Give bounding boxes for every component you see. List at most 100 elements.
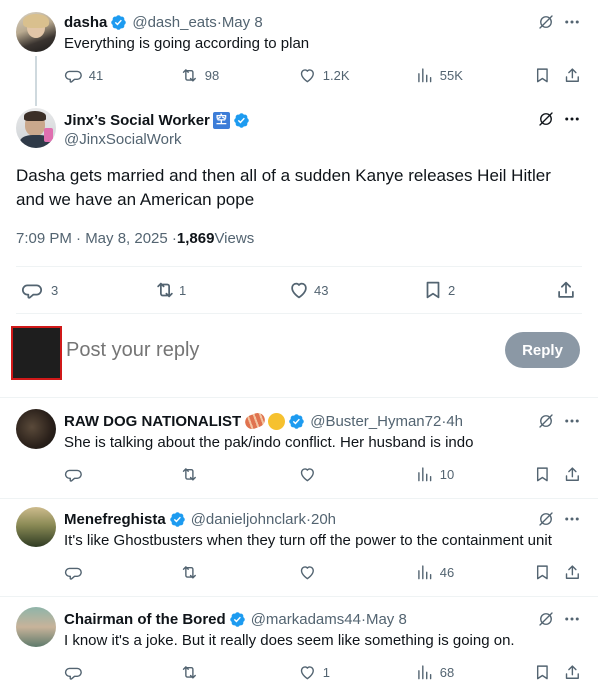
name-emoji: 空 (212, 111, 230, 129)
views-count: 46 (439, 564, 455, 580)
reply-count: 3 (51, 282, 59, 298)
grok-icon[interactable] (537, 510, 555, 528)
like-icon (291, 282, 307, 299)
more-icon[interactable] (563, 110, 581, 128)
reply-icon (64, 667, 82, 680)
author-handle[interactable]: @Buster_Hyman72 (310, 413, 441, 430)
grok-icon[interactable] (537, 13, 555, 31)
views-button[interactable]: 55K (415, 66, 463, 85)
avatar[interactable] (16, 409, 56, 449)
bookmark-button[interactable] (533, 663, 552, 682)
share-button[interactable] (555, 279, 577, 301)
author-handle[interactable]: @JinxSocialWork (64, 131, 181, 148)
avatar[interactable] (16, 108, 56, 148)
reply-input[interactable] (66, 334, 486, 366)
tweet-timestamp[interactable]: 7:09 PM · May 8, 2025 · (16, 230, 177, 247)
like-button[interactable] (298, 465, 323, 484)
repost-icon (182, 69, 196, 82)
tweet-date[interactable]: May 8 (366, 611, 407, 628)
author-name[interactable]: RAW DOG NATIONALIST (64, 413, 241, 430)
repost-button[interactable] (180, 465, 205, 484)
more-icon[interactable] (563, 412, 581, 430)
bookmark-icon (426, 281, 440, 299)
views-icon (418, 565, 432, 580)
repost-button[interactable]: 1 (154, 279, 186, 301)
repost-count: 98 (204, 67, 220, 83)
reply-button[interactable] (64, 663, 89, 682)
repost-button[interactable] (180, 563, 205, 582)
divider (0, 498, 598, 499)
tweet-header: Jinx’s Social Worker 空 (64, 110, 250, 130)
like-icon (300, 566, 314, 580)
reply-button[interactable]: 3 (21, 279, 58, 301)
tweet-date[interactable]: May 8 (222, 14, 263, 31)
views-button[interactable]: 68 (415, 663, 454, 682)
bookmark-count: 2 (448, 282, 456, 298)
divider (16, 266, 582, 267)
more-icon[interactable] (563, 610, 581, 628)
share-button[interactable] (563, 66, 582, 85)
bookmark-button[interactable]: 2 (422, 279, 455, 301)
author-handle[interactable]: @markadams44 (251, 611, 361, 628)
divider (0, 596, 598, 597)
author-name[interactable]: Jinx’s Social Worker (64, 112, 210, 129)
bookmark-button[interactable] (533, 465, 552, 484)
more-icon[interactable] (563, 13, 581, 31)
tweet-text: I know it's a joke. But it really does s… (64, 632, 515, 649)
grok-icon[interactable] (537, 412, 555, 430)
views-count: 10 (439, 466, 455, 482)
reply-button-submit[interactable]: Reply (505, 332, 580, 368)
avatar[interactable] (16, 507, 56, 547)
thread-line (35, 56, 37, 106)
share-icon (558, 281, 574, 298)
bookmark-button[interactable] (533, 66, 552, 85)
repost-icon (182, 666, 196, 679)
tweet-text-line: Dasha gets married and then all of a sud… (16, 166, 551, 185)
author-name[interactable]: Menefreghista (64, 511, 166, 528)
share-button[interactable] (563, 663, 582, 682)
views-button[interactable]: 10 (415, 465, 454, 484)
author-name[interactable]: Chairman of the Bored (64, 611, 226, 628)
repost-button[interactable]: 98 (180, 66, 219, 85)
bacon-emoji (243, 411, 268, 431)
grok-icon[interactable] (537, 110, 555, 128)
views-button[interactable]: 46 (415, 563, 454, 582)
like-button[interactable]: 1 (298, 663, 330, 682)
tweet-text: Everything is going according to plan (64, 35, 310, 52)
composer-avatar[interactable] (11, 326, 62, 380)
like-button[interactable]: 43 (288, 279, 328, 301)
share-button[interactable] (563, 563, 582, 582)
avatar[interactable] (16, 12, 56, 52)
grok-icon[interactable] (537, 610, 555, 628)
like-icon (300, 666, 314, 680)
bookmark-icon (536, 68, 548, 83)
share-icon (565, 565, 579, 579)
reply-button[interactable] (64, 465, 89, 484)
views-count: 55K (439, 67, 463, 83)
views-icon (418, 68, 432, 83)
views-icon (418, 467, 432, 482)
like-button[interactable] (298, 563, 323, 582)
like-icon (300, 69, 314, 83)
verified-icon (289, 413, 304, 429)
bookmark-icon (536, 565, 548, 580)
share-button[interactable] (563, 465, 582, 484)
bookmark-button[interactable] (533, 563, 552, 582)
tweet-date[interactable]: 20h (311, 511, 336, 528)
verified-icon (234, 112, 249, 128)
more-icon[interactable] (563, 510, 581, 528)
like-button[interactable]: 1.2K (298, 66, 350, 85)
avatar[interactable] (16, 607, 56, 647)
author-handle[interactable]: @danieljohnclark (191, 511, 306, 528)
bookmark-icon (536, 665, 548, 680)
author-name[interactable]: dasha (64, 14, 107, 31)
repost-button[interactable] (180, 663, 205, 682)
repost-count: 1 (179, 282, 187, 298)
tweet-date[interactable]: 4h (446, 413, 463, 430)
repost-icon (157, 282, 173, 298)
reply-button[interactable] (64, 563, 89, 582)
share-icon (565, 467, 579, 481)
reply-button[interactable]: 41 (64, 66, 103, 85)
views-count: 68 (439, 664, 455, 680)
author-handle[interactable]: @dash_eats (132, 14, 216, 31)
